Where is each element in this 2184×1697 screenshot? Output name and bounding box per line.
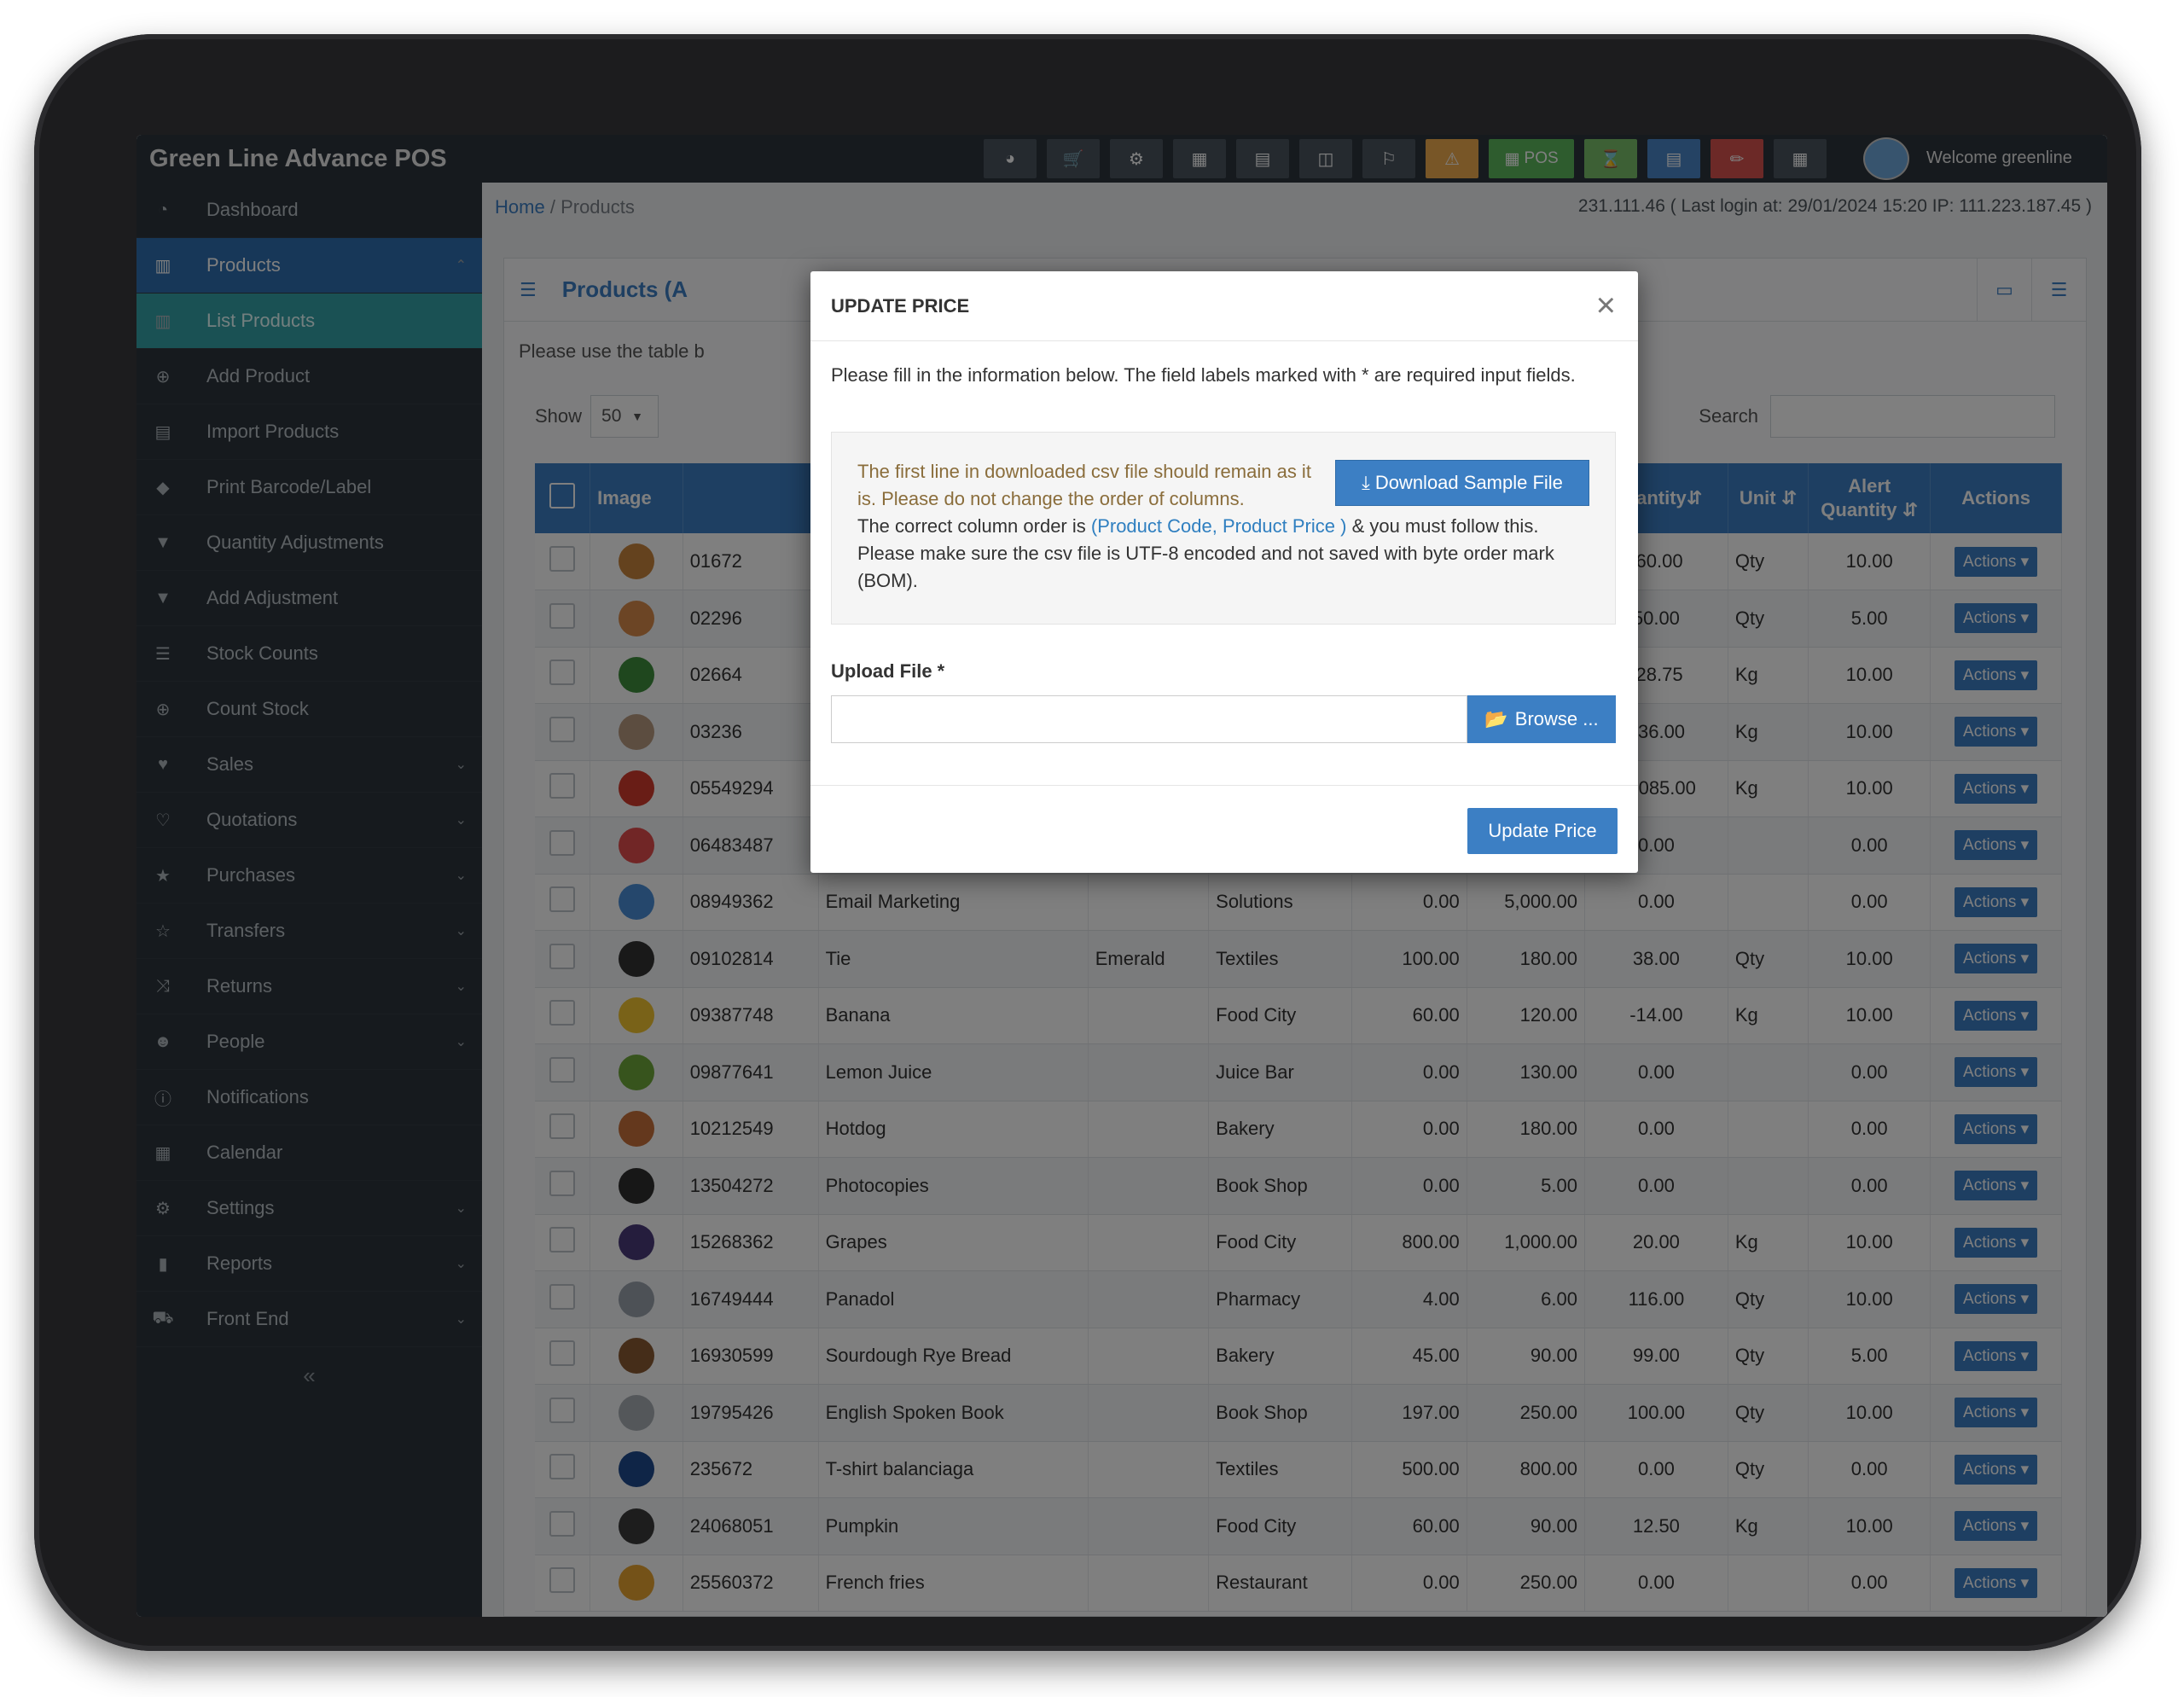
file-path-input[interactable] <box>831 695 1467 743</box>
csv-warning-text: The first line in downloaded csv file sh… <box>857 461 1311 509</box>
column-order-prefix: The correct column order is <box>857 515 1091 537</box>
close-icon[interactable]: × <box>1596 288 1616 323</box>
browse-label: Browse ... <box>1514 708 1599 729</box>
instructions-box: The first line in downloaded csv file sh… <box>831 432 1616 625</box>
encoding-note: Please make sure the csv file is UTF-8 e… <box>857 543 1554 591</box>
modal-intro: Please fill in the information below. Th… <box>831 364 1576 386</box>
download-icon: ⤓ <box>1362 472 1370 493</box>
column-order-suffix: & you must follow this. <box>1346 515 1539 537</box>
upload-file-label: Upload File * <box>831 660 945 682</box>
modal-title: UPDATE PRICE <box>831 294 970 317</box>
update-price-button[interactable]: Update Price <box>1467 808 1618 854</box>
modal-header: UPDATE PRICE <box>810 271 1638 341</box>
screen: Green Line Advance POS ◕ 🛒 ⚙ ▦ ▤ ◫ ⚐ ⚠ ▦… <box>136 135 2107 1617</box>
column-order-list: (Product Code, Product Price ) <box>1090 515 1347 537</box>
upload-file-field: 📂 Browse ... <box>831 695 1616 743</box>
modal-footer: Update Price <box>810 785 1638 873</box>
column-order-text: The correct column order is (Product Cod… <box>857 513 1589 540</box>
folder-open-icon: 📂 <box>1484 708 1508 729</box>
download-sample-button[interactable]: ⤓ Download Sample File <box>1335 460 1589 506</box>
download-sample-label: Download Sample File <box>1374 472 1563 493</box>
update-price-modal: UPDATE PRICE × Please fill in the inform… <box>810 271 1638 873</box>
tablet-frame: Green Line Advance POS ◕ 🛒 ⚙ ▦ ▤ ◫ ⚐ ⚠ ▦… <box>34 34 2141 1651</box>
browse-button[interactable]: 📂 Browse ... <box>1467 695 1616 743</box>
